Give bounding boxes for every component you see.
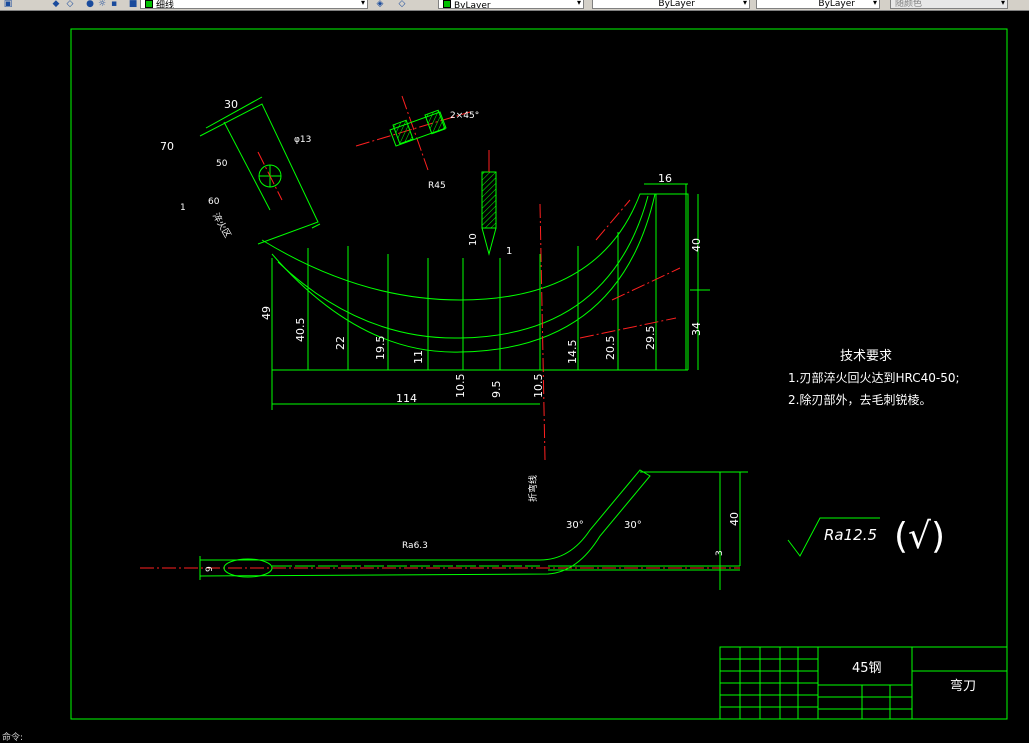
angle-30a: 30° [566, 520, 584, 531]
lock-icon[interactable]: ▪ [108, 0, 120, 9]
dim-1a: 1 [180, 203, 186, 213]
layer-color-swatch [145, 0, 153, 8]
top-view [199, 96, 689, 371]
dim-16: 16 [658, 172, 672, 185]
lineweight-combo[interactable]: ByLayer ▾ [756, 0, 880, 9]
dim-10: 10 [468, 233, 479, 246]
dim-34: 34 [690, 322, 703, 336]
color-swatch [443, 0, 451, 8]
material-label: 45钢 [852, 661, 882, 676]
tech-title: 技术要求 [840, 349, 892, 364]
dim-40a: 40 [690, 238, 703, 252]
layer-value: 细线 [156, 1, 175, 9]
dimension-text: 30 70 50 60 1 φ13 2×45° R45 10 1 16 40 3… [160, 98, 741, 572]
angle-30b: 30° [624, 520, 642, 531]
tech-line-1: 1.刃部淬火回火达到HRC40-50; [788, 370, 960, 385]
dim-phi13: φ13 [294, 135, 311, 145]
dim-9: 9 [205, 566, 215, 572]
lightbulb-icon[interactable]: ● [84, 0, 96, 9]
dim-30: 30 [224, 98, 238, 111]
roughness-6-3: Ra6.3 [402, 541, 428, 551]
dim-40-5: 40.5 [294, 318, 307, 343]
blade-body [261, 193, 689, 370]
dim-14-5: 14.5 [566, 340, 579, 365]
sun-icon[interactable]: ☼ [96, 0, 108, 9]
color-combo[interactable]: ByLayer ▾ [438, 0, 584, 9]
command-line[interactable]: 命令: [0, 733, 1029, 743]
layer-combo[interactable]: 细线 ▾ [140, 0, 368, 9]
linetype-value: ByLayer [658, 0, 695, 9]
drawing-canvas[interactable]: 30 70 50 60 1 φ13 2×45° R45 10 1 16 40 3… [0, 10, 1029, 733]
roughness-text: Ra12.5 [824, 526, 877, 544]
chevron-down-icon: ▾ [872, 0, 877, 7]
chevron-down-icon: ▾ [1000, 0, 1005, 7]
dim-40b: 40 [728, 512, 741, 526]
dim-section: 2×45° [450, 111, 479, 121]
dim-3: 3 [715, 550, 725, 556]
dim-9-5: 9.5 [490, 381, 503, 399]
linetype-combo[interactable]: ByLayer ▾ [592, 0, 750, 9]
dim-29-5: 29.5 [644, 326, 657, 351]
lineweight-value: ByLayer [818, 0, 855, 9]
dim-22: 22 [334, 336, 347, 350]
dim-19-5: 19.5 [374, 336, 387, 361]
command-prompt: 命令: [2, 733, 24, 743]
tech-requirements: 技术要求 1.刃部淬火回火达到HRC40-50; 2.除刃部外，去毛刺锐棱。 [788, 349, 960, 407]
roughness-block: Ra12.5 (√) [787, 516, 945, 557]
window-icon[interactable]: ▣ [2, 0, 14, 9]
part-name: 弯刀 [950, 678, 976, 694]
plotstyle-value: 随颜色 [895, 0, 923, 9]
dim-70: 70 [160, 140, 174, 153]
zone-label: 淬火区 [210, 211, 234, 240]
dim-114: 114 [396, 392, 417, 405]
make-current-icon[interactable]: ◈ [374, 0, 386, 9]
tech-line-2: 2.除刃部外，去毛刺锐棱。 [788, 392, 931, 407]
dim-20-5: 20.5 [604, 336, 617, 361]
bend-line-label: 折弯线 [527, 475, 539, 502]
dim-49: 49 [260, 306, 273, 320]
dim-50: 50 [216, 159, 228, 169]
color-value: ByLayer [454, 1, 491, 9]
plotstyle-combo[interactable]: 随颜色 ▾ [890, 0, 1008, 9]
dim-1b: 1 [506, 246, 512, 257]
dim-10-5a: 10.5 [454, 374, 467, 399]
layer-color-icon[interactable]: ■ [127, 0, 139, 9]
dim-10-5b: 10.5 [532, 374, 545, 399]
roughness-paren: (√) [894, 516, 945, 557]
knife-edge-detail [481, 150, 497, 256]
layer-state-icon[interactable]: ◇ [64, 0, 76, 9]
chevron-down-icon: ▾ [576, 0, 581, 7]
dim-11: 11 [412, 350, 425, 364]
dim-60: 60 [208, 197, 220, 207]
side-view [199, 469, 748, 578]
layer-previous-icon[interactable]: ◇ [396, 0, 408, 9]
dim-r45: R45 [428, 181, 446, 191]
layer-manager-icon[interactable]: ◆ [50, 0, 62, 9]
title-block-text: 45钢 弯刀 [852, 661, 976, 694]
chevron-down-icon: ▾ [742, 0, 747, 7]
chevron-down-icon: ▾ [360, 0, 365, 7]
